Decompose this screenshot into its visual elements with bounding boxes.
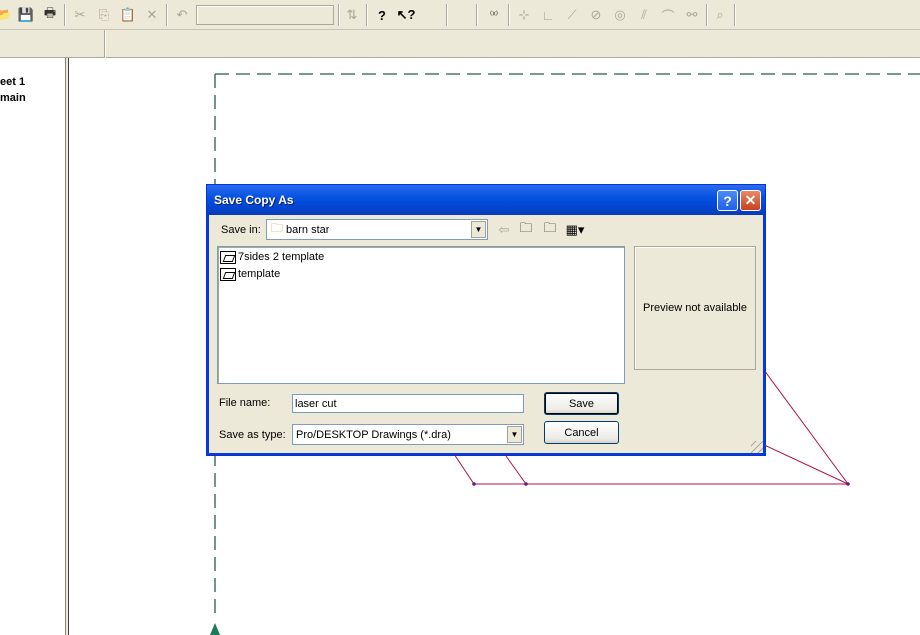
chevron-down-icon[interactable]: ▼ [507, 426, 522, 443]
toolbar-separator [338, 4, 340, 26]
new-folder-icon[interactable]: 🗀 [540, 220, 560, 240]
save-in-label: Save in: [221, 224, 261, 236]
main-toolbar: 📂 💾 🖶 ✂ ⎘ 📋 ✕ ↶ ⇅ ? ↖? ⁽ˣ⁾ ⊹ ∟ ⟋ ⊘ ◎ ⫽ ⌒… [0, 0, 920, 30]
save-type-value: Pro/DESKTOP Drawings (*.dra) [296, 428, 451, 441]
drawing-file-icon [220, 267, 236, 281]
file-name: 7sides 2 template [238, 251, 325, 263]
toolbar-separator [64, 4, 66, 26]
file-name-label: File name: [219, 397, 271, 409]
save-type-label: Save as type: [219, 429, 286, 441]
pane-splitter[interactable] [66, 58, 69, 635]
up-folder-icon[interactable]: 🗀 [516, 220, 536, 240]
arc-icon[interactable]: ⌒ [658, 5, 678, 25]
zoom-icon[interactable]: ⌕ [710, 5, 730, 25]
drawing-file-icon [220, 250, 236, 264]
cut-icon[interactable]: ✂ [70, 5, 90, 25]
grid-icon[interactable]: ⊹ [514, 5, 534, 25]
help-icon[interactable]: ? [372, 5, 392, 25]
tree-item-main[interactable]: main [0, 92, 26, 104]
tree-item-sheet[interactable]: eet 1 [0, 76, 25, 88]
dialog-titlebar[interactable]: Save Copy As ? ✕ [207, 185, 765, 215]
back-icon[interactable]: ⇦ [494, 220, 514, 240]
toolbar-separator [446, 4, 448, 26]
sketch-line[interactable] [505, 455, 527, 485]
paste-icon[interactable]: 📋 [118, 5, 138, 25]
delete-icon[interactable]: ✕ [142, 5, 162, 25]
view-menu-icon[interactable]: ▦▾ [562, 220, 588, 240]
close-button[interactable]: ✕ [740, 190, 761, 211]
save-in-combo[interactable]: 🗀 barn star ▼ [266, 219, 488, 240]
line-icon[interactable]: ⟋ [562, 5, 582, 25]
dialog-body: Save in: 🗀 barn star ▼ ⇦ 🗀 🗀 ▦▾ 7sides 2… [210, 215, 762, 453]
toolbar-separator [366, 4, 368, 26]
file-name-input[interactable]: laser cut [292, 394, 524, 413]
save-button[interactable]: Save [544, 392, 619, 415]
axis-arrow-icon [210, 623, 220, 635]
sketch-line[interactable] [761, 443, 849, 485]
toolbar-separator [166, 4, 168, 26]
parallel-icon[interactable]: ⫽ [634, 5, 654, 25]
sketch-line[interactable] [453, 453, 475, 485]
sketch-vertex[interactable] [846, 482, 850, 486]
chevron-down-icon[interactable]: ▼ [471, 221, 486, 238]
switch-icon[interactable]: ⇅ [342, 5, 362, 25]
open-icon[interactable]: 📂 [0, 5, 14, 25]
save-type-combo[interactable]: Pro/DESKTOP Drawings (*.dra) ▼ [292, 424, 524, 445]
concentric-icon[interactable]: ◎ [610, 5, 630, 25]
toolbar-separator [508, 4, 510, 26]
constraint-icon[interactable]: ⁽ˣ⁾ [484, 5, 504, 25]
folder-icon: 🗀 [271, 221, 284, 235]
save-copy-as-dialog: Save Copy As ? ✕ Save in: 🗀 barn star ▼ … [206, 184, 766, 456]
toolbar-separator [706, 4, 708, 26]
undo-icon[interactable]: ↶ [172, 5, 192, 25]
save-icon[interactable]: 💾 [16, 5, 36, 25]
save-in-value: barn star [286, 223, 330, 236]
toolbar-separator [104, 30, 106, 58]
copy-icon[interactable]: ⎘ [94, 5, 114, 25]
help-button[interactable]: ? [717, 190, 738, 211]
browser-pane: eet 1 main [0, 58, 66, 635]
resize-grip-icon[interactable] [751, 441, 763, 453]
sketch-vertex[interactable] [524, 482, 528, 486]
preview-panel: Preview not available [634, 246, 756, 370]
dialog-title: Save Copy As [214, 193, 294, 207]
file-list[interactable]: 7sides 2 template template [217, 246, 625, 384]
perpendicular-icon[interactable]: ∟ [538, 5, 558, 25]
link-icon[interactable]: ⚯ [682, 5, 702, 25]
secondary-toolbar [0, 30, 920, 58]
whats-this-icon[interactable]: ↖? [396, 5, 416, 25]
file-name: template [238, 268, 281, 280]
circle-icon[interactable]: ⊘ [586, 5, 606, 25]
list-item[interactable]: 7sides 2 template [220, 249, 324, 265]
preview-text: Preview not available [643, 302, 747, 314]
toolbar-combo[interactable] [196, 5, 334, 25]
list-item[interactable]: template [220, 266, 280, 282]
sketch-vertex[interactable] [472, 482, 476, 486]
print-icon[interactable]: 🖶 [40, 5, 60, 25]
toolbar-separator [476, 4, 478, 26]
cancel-button[interactable]: Cancel [544, 421, 619, 444]
sketch-line[interactable] [763, 369, 849, 485]
toolbar-separator [734, 4, 736, 26]
